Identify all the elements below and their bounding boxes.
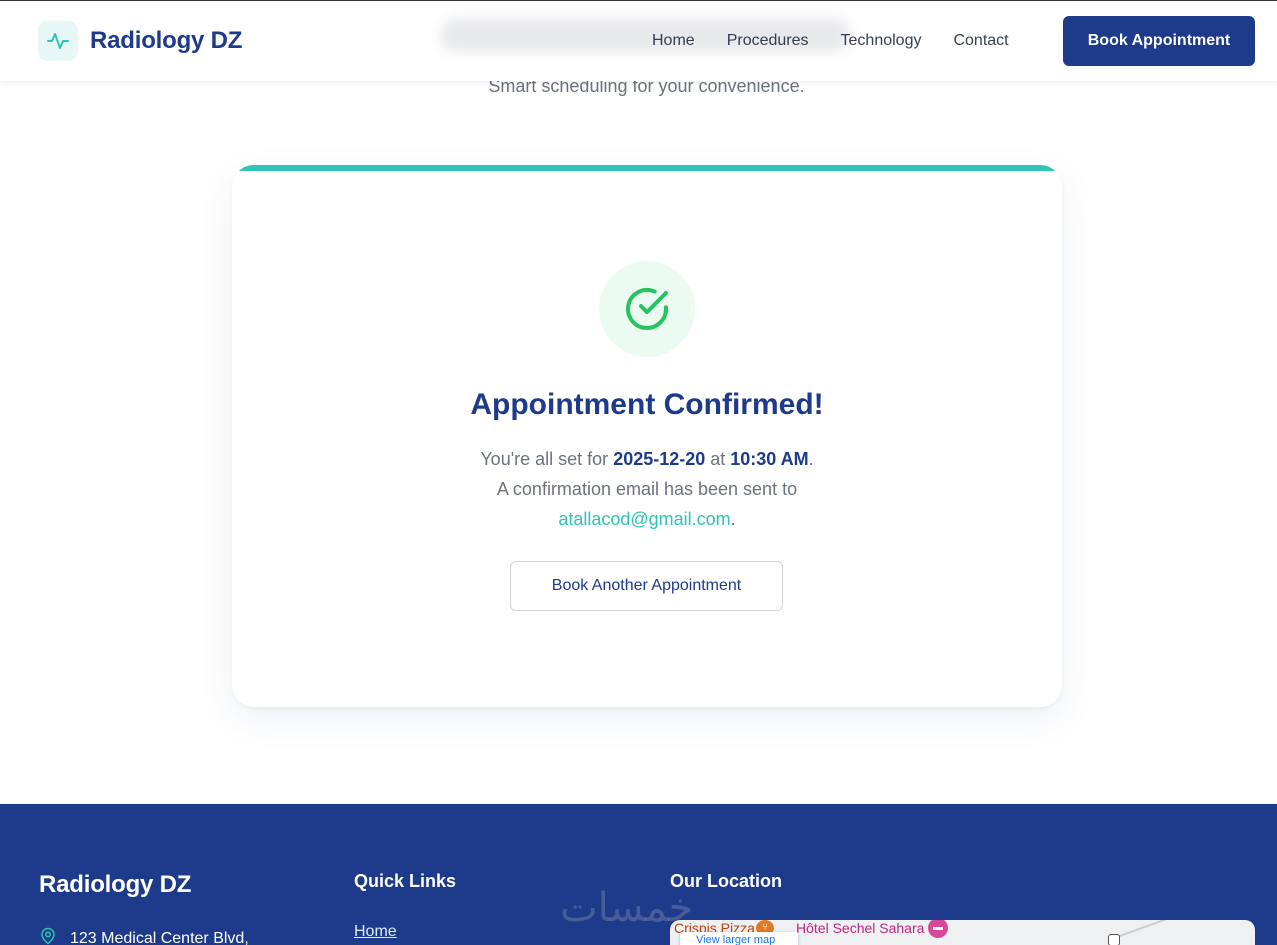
email-period: .	[730, 509, 736, 529]
appointment-date: 2025-12-20	[613, 449, 706, 469]
footer-link-home[interactable]: Home	[354, 923, 397, 941]
nav-link-contact[interactable]: Contact	[953, 31, 1008, 51]
map-road	[1112, 920, 1188, 940]
email-sent-text: A confirmation email has been sent to	[496, 479, 798, 499]
nav-link-technology[interactable]: Technology	[841, 31, 922, 51]
card-accent-bar	[232, 165, 1062, 171]
footer-brand: Radiology DZ	[39, 871, 192, 898]
check-circle-icon	[599, 261, 695, 357]
map-pin-icon	[39, 926, 57, 945]
message-mid: at	[705, 449, 731, 469]
bed-icon: ▬	[928, 920, 948, 938]
blurred-page-heading	[440, 18, 850, 52]
confirmation-email: atallacod@gmail.com	[558, 509, 731, 529]
map-poi-hotel: Hôtel Sechel Sahara	[796, 920, 925, 936]
confirmation-card: Appointment Confirmed! You're all set fo…	[232, 165, 1062, 707]
message-period: .	[808, 449, 814, 469]
location-map[interactable]: Crispis Pizza ⑂ Hôtel Sechel Sahara ▬ Vi…	[670, 920, 1255, 945]
view-larger-map-link[interactable]: View larger map	[680, 932, 798, 945]
watermark-logo: خمسات	[560, 885, 694, 931]
message-prefix: You're all set for	[480, 449, 614, 469]
quick-links-heading: Quick Links	[354, 871, 457, 891]
book-another-appointment-button[interactable]: Book Another Appointment	[510, 561, 783, 611]
confirmation-title: Appointment Confirmed!	[470, 388, 824, 421]
pulse-icon	[38, 21, 78, 61]
window-top-border	[0, 0, 1277, 1]
footer-address-text: 123 Medical Center Blvd,	[70, 929, 249, 945]
transit-icon	[1108, 934, 1120, 945]
appointment-time: 10:30 AM	[730, 449, 809, 469]
footer-address: 123 Medical Center Blvd,	[39, 926, 249, 945]
confirmation-message: You're all set for 2025-12-20 at 10:30 A…	[232, 444, 1062, 534]
brand-logo[interactable]: Radiology DZ	[38, 21, 242, 61]
book-appointment-button[interactable]: Book Appointment	[1063, 16, 1255, 66]
brand-name: Radiology DZ	[90, 27, 243, 54]
